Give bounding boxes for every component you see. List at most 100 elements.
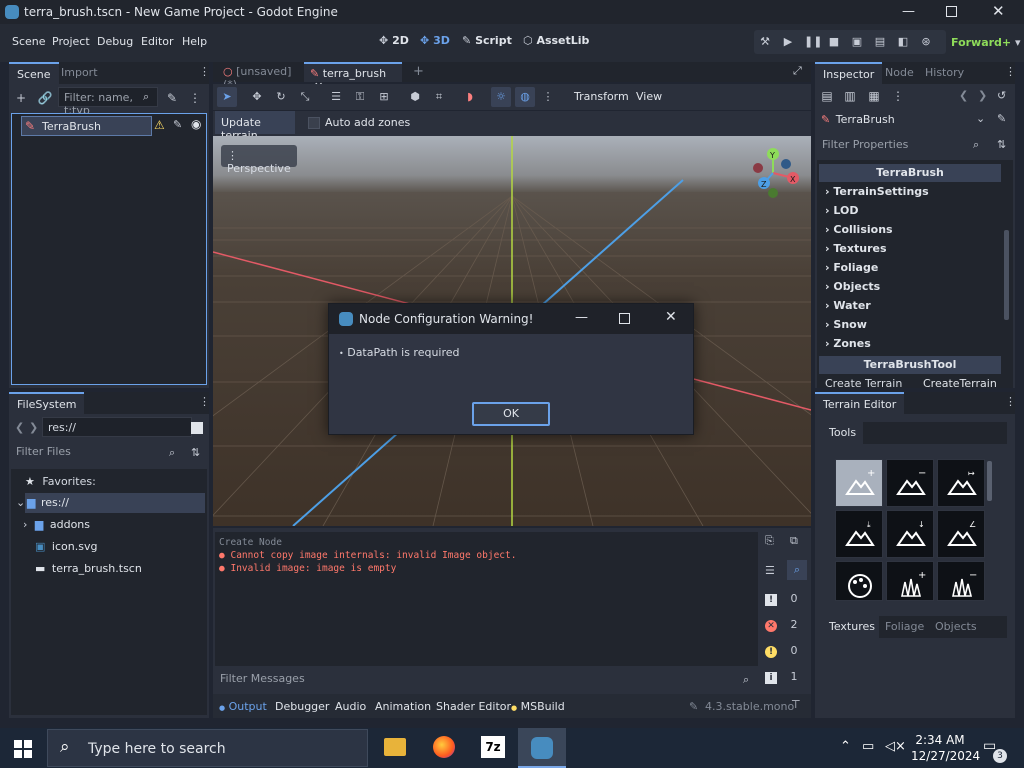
tree-row-terra-brush-tscn[interactable]: ▬ terra_brush.tscn	[35, 562, 142, 575]
tree-row-terrabrush[interactable]: ✎ TerraBrush	[21, 116, 152, 136]
node-selector[interactable]: ✎ TerraBrush	[817, 110, 989, 132]
environment-preview-icon[interactable]: ◍	[515, 87, 535, 107]
close-icon[interactable]: ✕	[665, 309, 677, 325]
auto-add-zones-checkbox[interactable]	[308, 117, 320, 129]
error-count-button[interactable]: ✕ 2	[761, 618, 811, 638]
group-textures[interactable]: › Textures	[825, 242, 887, 255]
group-collisions[interactable]: › Collisions	[825, 223, 893, 236]
ok-button[interactable]: OK	[472, 402, 550, 426]
history-icon[interactable]: ↺	[997, 89, 1006, 102]
transform-menu[interactable]: Transform	[574, 90, 629, 103]
history-forward-icon[interactable]: ❯	[978, 89, 987, 102]
select-tool-icon[interactable]: ➤	[217, 87, 237, 107]
play-custom-scene-icon[interactable]: ▤	[873, 35, 887, 49]
tree-row-res[interactable]: ⌄ ▆ res://	[16, 493, 205, 513]
play-scene-icon[interactable]: ▣	[850, 35, 864, 49]
collapse-icon[interactable]: ☰	[765, 564, 775, 577]
group-water[interactable]: › Water	[825, 299, 871, 312]
filter-properties-input[interactable]: Filter Properties	[817, 135, 989, 155]
group-lod[interactable]: › LOD	[825, 204, 859, 217]
tab-unsaved[interactable]: ○ [unsaved](*)	[217, 62, 303, 91]
sun-preview-icon[interactable]: ☼	[491, 87, 511, 107]
tab-history[interactable]: History	[917, 62, 972, 84]
back-icon[interactable]: ❮	[15, 421, 24, 434]
viewport-menu-icon[interactable]: ⋮	[541, 90, 555, 104]
tab-terra-brush[interactable]: ✎ terra_brush ✕	[304, 62, 402, 93]
path-field[interactable]: res://	[42, 417, 192, 437]
paint-texture-tool[interactable]	[835, 561, 883, 601]
dock-menu-icon[interactable]: ⋮	[1005, 65, 1016, 78]
update-terrain-button[interactable]: Update terrain	[215, 111, 295, 142]
taskbar-search-box[interactable]: ⌕ Type here to search	[47, 729, 368, 767]
tree-row-icon-svg[interactable]: ▣ icon.svg	[35, 540, 97, 553]
workspace-script-button[interactable]: ✎ Script	[462, 34, 512, 47]
menu-scene[interactable]: Scene	[12, 35, 46, 48]
menu-editor[interactable]: Editor	[141, 35, 174, 48]
warning-count-button[interactable]: ! 0	[761, 644, 811, 664]
play-icon[interactable]: ▶	[781, 35, 795, 49]
pause-icon[interactable]: ❚❚	[804, 35, 822, 49]
split-mode-icon[interactable]	[191, 422, 203, 434]
debug-search-icon[interactable]: ⊛	[919, 35, 933, 49]
filter-files-input[interactable]: Filter Files	[11, 442, 189, 464]
attach-script-icon[interactable]: ✎	[164, 90, 180, 106]
dock-menu-icon[interactable]: ⋮	[1005, 395, 1016, 408]
lower-terrain-tool[interactable]: −	[886, 459, 934, 507]
favorites-row[interactable]: ★ Favorites:	[25, 475, 96, 488]
menu-help[interactable]: Help	[182, 35, 207, 48]
tab-terrain-editor[interactable]: Terrain Editor	[815, 392, 905, 414]
script-attached-icon[interactable]: ✎	[173, 118, 182, 131]
move-tool-icon[interactable]: ✥	[250, 90, 264, 104]
tab-tools[interactable]: Tools	[821, 422, 863, 444]
group-objects[interactable]: › Objects	[825, 280, 880, 293]
clock[interactable]: 2:34 AM 12/27/2024	[911, 733, 980, 763]
tab-node[interactable]: Node	[877, 62, 922, 84]
dock-menu-icon[interactable]: ⋮	[199, 395, 210, 408]
perspective-menu-button[interactable]: ⋮ Perspective	[221, 145, 297, 175]
sort-icon[interactable]: ⇅	[997, 138, 1006, 151]
set-height-terrain-tool[interactable]: ↓	[886, 510, 934, 558]
tab-msbuild[interactable]: ● MSBuild	[511, 700, 565, 713]
group-foliage[interactable]: › Foliage	[825, 261, 878, 274]
file-explorer-icon[interactable]	[384, 738, 406, 756]
tab-objects[interactable]: Objects	[935, 620, 977, 633]
add-foliage-tool[interactable]: +	[886, 561, 934, 601]
inspector-scrollbar[interactable]	[1004, 230, 1009, 320]
maximize-icon[interactable]	[946, 6, 957, 17]
godot-taskbar-button[interactable]	[518, 728, 566, 768]
open-resource-icon[interactable]: ▥	[842, 88, 858, 104]
distraction-free-icon[interactable]: ⤢	[793, 64, 802, 78]
group-snow[interactable]: › Snow	[825, 318, 867, 331]
visibility-eye-icon[interactable]: ◉	[191, 117, 201, 131]
tab-foliage[interactable]: Foliage	[885, 620, 924, 633]
rotate-tool-icon[interactable]: ↻	[274, 90, 288, 104]
info-count-button[interactable]: i 1	[761, 670, 811, 690]
renderer-selector[interactable]: Forward+ ▾	[951, 36, 1021, 49]
search-icon[interactable]: ⌕	[787, 560, 807, 580]
tab-filesystem[interactable]: FileSystem	[9, 392, 85, 414]
scene-menu-icon[interactable]: ⋮	[187, 90, 203, 106]
tab-import[interactable]: Import	[53, 62, 106, 84]
view-menu[interactable]: View	[636, 90, 662, 103]
list-select-icon[interactable]: ☰	[329, 90, 343, 104]
maximize-icon[interactable]	[619, 313, 630, 324]
flatten-terrain-tool[interactable]: ↦	[937, 459, 985, 507]
add-node-icon[interactable]: +	[13, 90, 29, 106]
tab-textures[interactable]: Textures	[821, 616, 879, 638]
workspace-3d-button[interactable]: ✥ 3D	[420, 34, 450, 47]
minimize-icon[interactable]: —	[575, 310, 588, 325]
message-count-button[interactable]: ! 0	[761, 592, 811, 612]
firefox-icon[interactable]	[433, 736, 455, 758]
camera-icon[interactable]: ◗	[463, 90, 477, 104]
save-resource-icon[interactable]: ▦	[866, 88, 882, 104]
workspace-2d-button[interactable]: ✥ 2D	[379, 34, 409, 47]
clear-output-icon[interactable]: ⧉	[790, 534, 798, 548]
sort-icon[interactable]: ⇅	[191, 446, 200, 459]
tab-inspector[interactable]: Inspector	[815, 62, 883, 84]
group-terrain-settings[interactable]: › TerrainSettings	[825, 185, 929, 198]
menu-project[interactable]: Project	[52, 35, 90, 48]
tab-audio[interactable]: Audio	[335, 700, 366, 713]
dock-menu-icon[interactable]: ⋮	[199, 65, 210, 78]
copy-output-icon[interactable]: ⎘	[765, 534, 774, 548]
network-icon[interactable]: ▭	[862, 739, 874, 754]
